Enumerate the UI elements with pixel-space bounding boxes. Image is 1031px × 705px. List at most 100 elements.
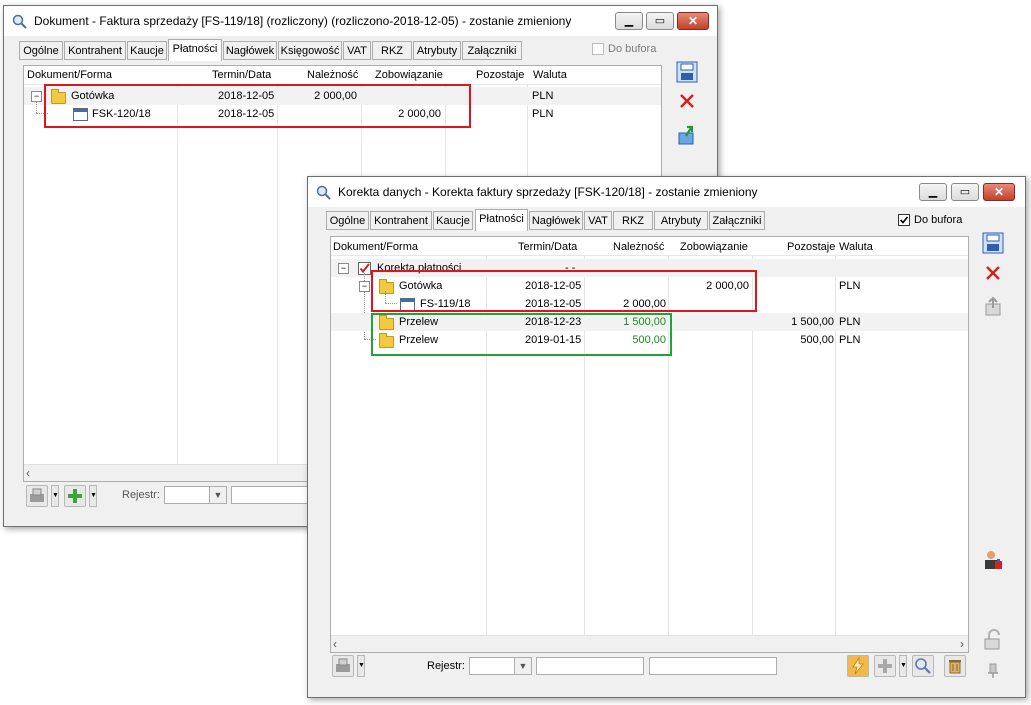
tab-zalaczniki[interactable]: Załączniki [709,211,765,230]
tab-ksiegowosc[interactable]: Księgowość [278,41,342,60]
tab-rkz[interactable]: RKZ [613,211,653,230]
minimize-button[interactable]: ▁ [615,12,643,30]
maximize-button[interactable]: ▭ [951,183,979,201]
lock-icon [984,629,1000,650]
trash-button[interactable] [944,655,966,677]
titlebar[interactable]: Korekta danych - Korekta faktury sprzeda… [308,177,1025,207]
delete-button[interactable] [676,90,698,112]
maximize-button[interactable]: ▭ [646,12,674,30]
delete-icon [680,94,694,108]
rejestr-select[interactable]: ▼ [164,486,227,504]
row-waluta: PLN [532,90,554,102]
horizontal-scrollbar[interactable]: ‹ › [331,635,968,652]
save-icon [676,61,698,83]
export-icon [985,296,1001,316]
pin-button[interactable] [982,659,1004,681]
col-waluta[interactable]: Waluta [533,69,567,81]
tab-kontrahent[interactable]: Kontrahent [370,211,432,230]
filter-input[interactable] [649,657,777,675]
tab-atrybuty[interactable]: Atrybuty [654,211,708,230]
do-bufora-label: Do bufora [914,214,963,226]
row-pozostaje: 500,00 [800,334,834,346]
tab-kaucje[interactable]: Kaucje [433,211,473,230]
search-icon [12,14,27,29]
add-dropdown[interactable]: ▼ [899,655,907,677]
checkmark-icon [899,216,909,224]
scroll-left-icon[interactable]: ‹ [26,466,30,480]
pin-icon [988,663,998,678]
search-icon [915,658,931,674]
collapse-toggle[interactable]: − [338,263,349,274]
contractor-button[interactable] [982,549,1004,571]
tab-platnosci[interactable]: Płatności [168,39,222,61]
col-termin[interactable]: Termin/Data [518,241,577,253]
close-button[interactable]: ✕ [677,12,709,30]
tab-platnosci[interactable]: Płatności [475,209,528,231]
add-button[interactable] [874,655,896,677]
tab-naglowek[interactable]: Nagłówek [223,41,277,60]
tab-zalaczniki[interactable]: Załączniki [462,41,522,60]
rejestr-select[interactable]: ▼ [469,657,532,675]
row-waluta: PLN [532,108,554,120]
export-icon [678,125,694,145]
collapse-toggle[interactable]: − [359,281,370,292]
col-zobowiazanie[interactable]: Zobowiązanie [375,69,443,81]
print-button[interactable] [332,655,354,677]
add-button[interactable] [64,485,86,507]
delete-button[interactable] [982,262,1004,284]
tab-kaucje[interactable]: Kaucje [127,41,167,60]
window-korekta: Korekta danych - Korekta faktury sprzeda… [307,176,1026,698]
do-bufora-checkbox[interactable] [898,214,910,226]
col-termin[interactable]: Termin/Data [212,69,271,81]
tab-bar: Ogólne Kontrahent Kaucje Płatności Nagłó… [326,209,786,231]
close-button[interactable]: ✕ [983,183,1015,201]
col-naleznosc[interactable]: Należność [307,69,358,81]
lightning-button[interactable] [847,655,869,677]
row-waluta: PLN [839,334,861,346]
lightning-icon [848,656,868,676]
tab-atrybuty[interactable]: Atrybuty [413,41,461,60]
chevron-down-icon: ▼ [209,487,226,503]
col-waluta[interactable]: Waluta [839,241,873,253]
tab-kontrahent[interactable]: Kontrahent [64,41,126,60]
print-dropdown[interactable]: ▼ [51,485,59,507]
scroll-right-icon[interactable]: › [960,637,964,651]
highlight-box-red [371,270,757,312]
export-button[interactable] [676,124,698,146]
col-zobowiazanie[interactable]: Zobowiązanie [680,241,748,253]
tab-rkz[interactable]: RKZ [372,41,412,60]
tab-vat[interactable]: VAT [343,41,371,60]
do-bufora-label: Do bufora [608,43,657,55]
col-naleznosc[interactable]: Należność [613,241,664,253]
titlebar[interactable]: Dokument - Faktura sprzedaży [FS-119/18]… [4,6,717,36]
print-dropdown[interactable]: ▼ [357,655,365,677]
row-pozostaje: 1 500,00 [791,316,834,328]
scroll-left-icon[interactable]: ‹ [333,637,337,651]
col-pozostaje[interactable]: Pozostaje [476,69,524,81]
tab-ogolne[interactable]: Ogólne [326,211,369,230]
save-button[interactable] [982,232,1004,254]
window-title: Dokument - Faktura sprzedaży [FS-119/18]… [34,14,572,28]
minimize-button[interactable]: ▁ [919,183,947,201]
row-waluta: PLN [839,316,861,328]
tab-ogolne[interactable]: Ogólne [19,41,63,60]
rejestr-input[interactable] [231,486,311,504]
col-dokument[interactable]: Dokument/Forma [27,69,112,81]
search-button[interactable] [912,655,934,677]
rejestr-label: Rejestr: [427,660,465,672]
export-button[interactable] [982,295,1004,317]
col-pozostaje[interactable]: Pozostaje [787,241,835,253]
highlight-box-green [371,313,672,356]
print-button[interactable] [26,485,48,507]
do-bufora-checkbox[interactable] [592,43,604,55]
add-dropdown[interactable]: ▼ [89,485,97,507]
row-waluta: PLN [839,280,861,292]
add-icon [878,659,892,673]
col-dokument[interactable]: Dokument/Forma [333,241,418,253]
save-button[interactable] [676,61,698,83]
rejestr-input[interactable] [536,657,644,675]
tab-vat[interactable]: VAT [584,211,612,230]
lock-button[interactable] [982,629,1004,651]
tab-naglowek[interactable]: Nagłówek [529,211,583,230]
rejestr-label: Rejestr: [122,489,160,501]
